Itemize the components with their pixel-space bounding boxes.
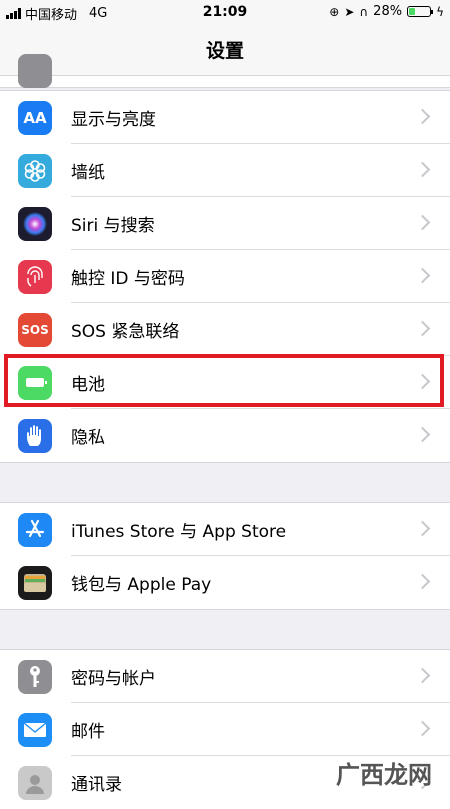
watermark: 广西龙网 xyxy=(336,761,432,789)
contacts-icon xyxy=(18,765,52,800)
status-right: ⊕ ➤ ∩ 28% ϟ xyxy=(329,4,444,19)
settings-row-wallet[interactable]: 钱包与 Apple Pay xyxy=(0,556,450,609)
settings-section-2: iTunes Store 与 App Store 钱包与 Apple Pay xyxy=(0,502,450,610)
settings-row-app-store[interactable]: iTunes Store 与 App Store xyxy=(0,503,450,556)
chevron-right-icon xyxy=(414,667,431,684)
settings-row-label: 隐私 xyxy=(71,428,105,448)
chevron-right-icon xyxy=(414,214,431,231)
chevron-right-icon xyxy=(414,426,431,443)
battery-fill xyxy=(409,8,416,15)
settings-row-privacy[interactable]: 隐私 xyxy=(0,409,450,462)
battery-percent: 28% xyxy=(373,4,403,19)
fingerprint-icon xyxy=(18,259,52,294)
headphones-icon: ∩ xyxy=(359,4,369,19)
battery-status-icon xyxy=(407,6,434,17)
settings-row-label: 邮件 xyxy=(71,722,105,742)
chevron-right-icon xyxy=(414,720,431,737)
status-bar: 中国移动 4G 21:09 ⊕ ➤ ∩ 28% ϟ xyxy=(0,0,450,26)
app-store-icon xyxy=(18,512,52,547)
settings-row-label: 墙纸 xyxy=(71,163,105,183)
settings-row-label: 触控 ID 与密码 xyxy=(71,269,185,289)
chevron-right-icon xyxy=(414,161,431,178)
settings-row-label: Siri 与搜索 xyxy=(71,216,155,236)
chevron-right-icon xyxy=(414,520,431,537)
settings-section-1: AA 显示与亮度 墙纸 Siri 与搜索 触控 ID 与密码 SOS SOS 紧… xyxy=(0,90,450,463)
mail-icon xyxy=(18,712,52,747)
privacy-hand-icon xyxy=(18,418,52,453)
wallpaper-flower-icon xyxy=(18,153,52,188)
sos-glyph: SOS xyxy=(21,322,49,337)
sos-icon: SOS xyxy=(18,312,52,347)
settings-row-label: 显示与亮度 xyxy=(71,110,156,130)
scrolled-row-stub xyxy=(0,54,450,88)
page-title: 设置 xyxy=(205,40,244,62)
screen-lock-icon: ⊕ xyxy=(329,4,340,19)
wallet-icon xyxy=(18,565,52,600)
settings-row-mail[interactable]: 邮件 xyxy=(0,703,450,756)
chevron-right-icon xyxy=(414,573,431,590)
key-icon xyxy=(18,659,52,694)
location-icon: ➤ xyxy=(344,4,355,19)
settings-row-touch-id[interactable]: 触控 ID 与密码 xyxy=(0,250,450,303)
chevron-right-icon xyxy=(414,267,431,284)
general-icon xyxy=(18,54,52,88)
settings-row-label: SOS 紧急联络 xyxy=(71,322,180,342)
battery-row-highlight-box xyxy=(4,354,444,407)
chevron-right-icon xyxy=(414,320,431,337)
navigation-bar: 设置 xyxy=(0,26,450,76)
settings-row-siri[interactable]: Siri 与搜索 xyxy=(0,197,450,250)
display-brightness-icon: AA xyxy=(18,100,52,135)
aa-glyph: AA xyxy=(23,108,47,127)
settings-row-label: 钱包与 Apple Pay xyxy=(71,575,212,595)
chevron-right-icon xyxy=(414,108,431,125)
settings-row-passwords-accounts[interactable]: 密码与帐户 xyxy=(0,650,450,703)
settings-row-label: iTunes Store 与 App Store xyxy=(71,522,287,542)
settings-row-sos[interactable]: SOS SOS 紧急联络 xyxy=(0,303,450,356)
settings-row-label: 密码与帐户 xyxy=(71,669,156,689)
charging-icon: ϟ xyxy=(436,4,444,19)
settings-row-wallpaper[interactable]: 墙纸 xyxy=(0,144,450,197)
settings-row-label: 通讯录 xyxy=(71,775,122,795)
siri-icon xyxy=(18,206,52,241)
settings-row-display[interactable]: AA 显示与亮度 xyxy=(0,91,450,144)
